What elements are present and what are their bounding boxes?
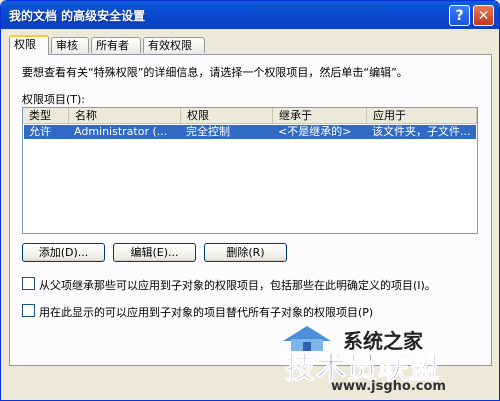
watermark-url: www.jsgho.com (331, 379, 446, 394)
replace-checkbox[interactable] (22, 304, 35, 317)
add-button[interactable]: 添加(D)... (22, 243, 105, 262)
info-text: 要想查看有关“特殊权限”的详细信息，请选择一个权限项目，然后单击“编辑”。 (22, 66, 408, 79)
replace-checkbox-label[interactable]: 用在此显示的可以应用到子对象的项目替代所有子对象的权限项目(P) (39, 304, 373, 320)
title-bar[interactable]: 我的文档 的高级安全设置 ? ✕ (1, 1, 499, 29)
permission-entries-list[interactable]: 类型 名称 权限 继承于 应用于 允许 Administrator (... 完… (22, 107, 478, 234)
row-type: 允许 (29, 125, 51, 138)
column-header-name[interactable]: 名称 (69, 108, 181, 124)
window-title: 我的文档 的高级安全设置 (9, 9, 146, 23)
close-icon: ✕ (477, 8, 490, 24)
column-header-type[interactable]: 类型 (23, 108, 69, 124)
security-settings-window: 我的文档 的高级安全设置 ? ✕ 权限 审核 所有者 有效权限 要想查看有关“特… (0, 0, 500, 401)
row-applies-to: 该文件夹，子文件... (372, 125, 471, 138)
help-icon: ? (455, 8, 464, 24)
tab-effective-permissions[interactable]: 有效权限 (143, 37, 205, 53)
help-button[interactable]: ? (449, 5, 470, 26)
tab-owner[interactable]: 所有者 (91, 37, 141, 53)
column-header-inherited-from[interactable]: 继承于 (273, 108, 367, 124)
tab-auditing[interactable]: 审核 (51, 37, 89, 53)
row-permission: 完全控制 (186, 125, 230, 138)
inherit-checkbox[interactable] (22, 277, 35, 290)
row-inherited-from: <不是继承的> (278, 125, 352, 138)
tab-permissions[interactable]: 权限 (9, 35, 49, 55)
column-header-applies-to[interactable]: 应用于 (367, 108, 477, 124)
remove-button[interactable]: 删除(R) (204, 243, 287, 262)
table-row[interactable]: 允许 Administrator (... 完全控制 <不是继承的> 该文件夹，… (24, 125, 476, 139)
watermark: 系统之家 技术员联盟 www.jsgho.com (281, 323, 491, 394)
row-name: Administrator (... (74, 125, 168, 138)
close-button[interactable]: ✕ (473, 5, 494, 26)
edit-button[interactable]: 编辑(E)... (113, 243, 196, 262)
permission-entries-label: 权限项目(T): (22, 93, 86, 106)
column-header-permission[interactable]: 权限 (181, 108, 273, 124)
inherit-checkbox-label[interactable]: 从父项继承那些可以应用到子对象的权限项目，包括那些在此明确定义的项目(I)。 (39, 277, 436, 293)
